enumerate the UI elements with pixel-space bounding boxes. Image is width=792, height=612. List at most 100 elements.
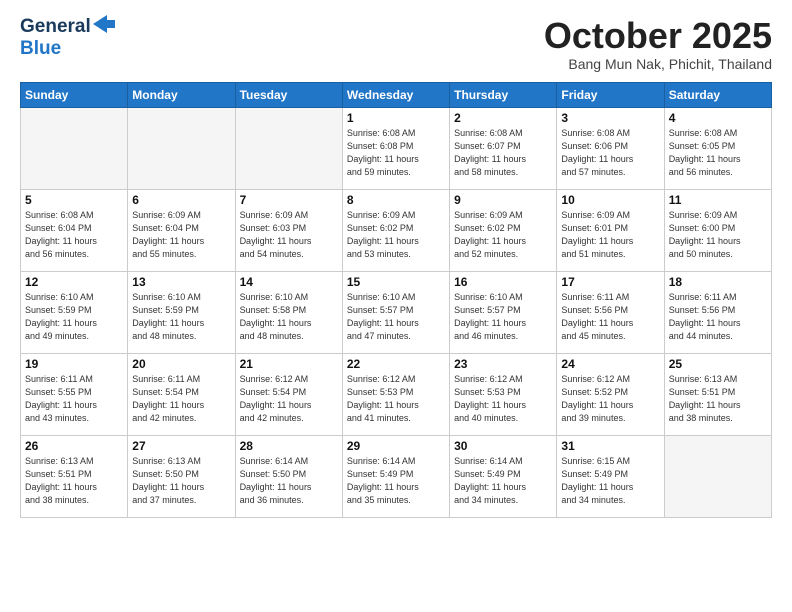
weekday-header-monday: Monday	[128, 82, 235, 107]
day-number: 23	[454, 357, 552, 371]
day-number: 2	[454, 111, 552, 125]
day-info: Sunrise: 6:11 AM Sunset: 5:54 PM Dayligh…	[132, 373, 230, 425]
day-info: Sunrise: 6:11 AM Sunset: 5:56 PM Dayligh…	[561, 291, 659, 343]
day-info: Sunrise: 6:11 AM Sunset: 5:55 PM Dayligh…	[25, 373, 123, 425]
day-info: Sunrise: 6:09 AM Sunset: 6:01 PM Dayligh…	[561, 209, 659, 261]
day-number: 10	[561, 193, 659, 207]
day-number: 24	[561, 357, 659, 371]
day-info: Sunrise: 6:09 AM Sunset: 6:00 PM Dayligh…	[669, 209, 767, 261]
calendar-cell: 30 Sunrise: 6:14 AM Sunset: 5:49 PM Dayli…	[450, 435, 557, 517]
calendar-cell: 31Sunrise: 6:15 AM Sunset: 5:49 PM Dayli…	[557, 435, 664, 517]
day-info: Sunrise: 6:09 AM Sunset: 6:03 PM Dayligh…	[240, 209, 338, 261]
day-info: Sunrise: 6:14 AM Sunset: 5:49 PM Dayligh…	[454, 455, 552, 507]
location: Bang Mun Nak, Phichit, Thailand	[544, 56, 772, 72]
day-info: Sunrise: 6:14 AM Sunset: 5:49 PM Dayligh…	[347, 455, 445, 507]
weekday-header-friday: Friday	[557, 82, 664, 107]
calendar-cell: 2 Sunrise: 6:08 AM Sunset: 6:07 PM Daylig…	[450, 107, 557, 189]
calendar-cell	[128, 107, 235, 189]
day-info: Sunrise: 6:09 AM Sunset: 6:02 PM Dayligh…	[454, 209, 552, 261]
day-number: 1	[347, 111, 445, 125]
calendar-cell: 16 Sunrise: 6:10 AM Sunset: 5:57 PM Dayli…	[450, 271, 557, 353]
day-number: 7	[240, 193, 338, 207]
calendar-cell: 22Sunrise: 6:12 AM Sunset: 5:53 PM Dayli…	[342, 353, 449, 435]
calendar-cell: 12 Sunrise: 6:10 AM Sunset: 5:59 PM Dayli…	[21, 271, 128, 353]
day-number: 5	[25, 193, 123, 207]
day-number: 11	[669, 193, 767, 207]
week-row-2: 12 Sunrise: 6:10 AM Sunset: 5:59 PM Dayli…	[21, 271, 772, 353]
day-number: 29	[347, 439, 445, 453]
day-number: 15	[347, 275, 445, 289]
calendar-cell: 18Sunrise: 6:11 AM Sunset: 5:56 PM Dayli…	[664, 271, 771, 353]
day-info: Sunrise: 6:10 AM Sunset: 5:57 PM Dayligh…	[347, 291, 445, 343]
calendar-cell: 27Sunrise: 6:13 AM Sunset: 5:50 PM Dayli…	[128, 435, 235, 517]
calendar-cell: 17Sunrise: 6:11 AM Sunset: 5:56 PM Dayli…	[557, 271, 664, 353]
calendar-cell: 14Sunrise: 6:10 AM Sunset: 5:58 PM Dayli…	[235, 271, 342, 353]
month-title: October 2025	[544, 16, 772, 56]
calendar-cell: 19 Sunrise: 6:11 AM Sunset: 5:55 PM Dayli…	[21, 353, 128, 435]
week-row-0: 1 Sunrise: 6:08 AM Sunset: 6:08 PM Daylig…	[21, 107, 772, 189]
calendar-cell: 11 Sunrise: 6:09 AM Sunset: 6:00 PM Dayli…	[664, 189, 771, 271]
calendar-cell: 29 Sunrise: 6:14 AM Sunset: 5:49 PM Dayli…	[342, 435, 449, 517]
day-info: Sunrise: 6:10 AM Sunset: 5:59 PM Dayligh…	[25, 291, 123, 343]
day-number: 9	[454, 193, 552, 207]
calendar-cell: 15 Sunrise: 6:10 AM Sunset: 5:57 PM Dayli…	[342, 271, 449, 353]
title-area: October 2025 Bang Mun Nak, Phichit, Thai…	[544, 16, 772, 72]
day-number: 26	[25, 439, 123, 453]
day-number: 21	[240, 357, 338, 371]
calendar-cell: 20 Sunrise: 6:11 AM Sunset: 5:54 PM Dayli…	[128, 353, 235, 435]
day-info: Sunrise: 6:08 AM Sunset: 6:05 PM Dayligh…	[669, 127, 767, 179]
calendar-cell: 8Sunrise: 6:09 AM Sunset: 6:02 PM Daylig…	[342, 189, 449, 271]
day-info: Sunrise: 6:13 AM Sunset: 5:50 PM Dayligh…	[132, 455, 230, 507]
calendar-table: SundayMondayTuesdayWednesdayThursdayFrid…	[20, 82, 772, 518]
day-info: Sunrise: 6:08 AM Sunset: 6:07 PM Dayligh…	[454, 127, 552, 179]
day-info: Sunrise: 6:13 AM Sunset: 5:51 PM Dayligh…	[25, 455, 123, 507]
day-number: 6	[132, 193, 230, 207]
weekday-header-tuesday: Tuesday	[235, 82, 342, 107]
day-number: 25	[669, 357, 767, 371]
day-number: 18	[669, 275, 767, 289]
header: General Blue October 2025 Bang Mun Nak, …	[20, 16, 772, 72]
calendar-cell: 9 Sunrise: 6:09 AM Sunset: 6:02 PM Daylig…	[450, 189, 557, 271]
logo-arrow-icon	[93, 15, 115, 38]
calendar-cell: 28 Sunrise: 6:14 AM Sunset: 5:50 PM Dayli…	[235, 435, 342, 517]
day-info: Sunrise: 6:09 AM Sunset: 6:04 PM Dayligh…	[132, 209, 230, 261]
calendar-cell: 25 Sunrise: 6:13 AM Sunset: 5:51 PM Dayli…	[664, 353, 771, 435]
day-number: 4	[669, 111, 767, 125]
calendar-cell: 10 Sunrise: 6:09 AM Sunset: 6:01 PM Dayli…	[557, 189, 664, 271]
day-number: 12	[25, 275, 123, 289]
weekday-header-sunday: Sunday	[21, 82, 128, 107]
day-info: Sunrise: 6:12 AM Sunset: 5:53 PM Dayligh…	[454, 373, 552, 425]
day-info: Sunrise: 6:13 AM Sunset: 5:51 PM Dayligh…	[669, 373, 767, 425]
weekday-header-saturday: Saturday	[664, 82, 771, 107]
day-number: 19	[25, 357, 123, 371]
day-info: Sunrise: 6:14 AM Sunset: 5:50 PM Dayligh…	[240, 455, 338, 507]
day-info: Sunrise: 6:08 AM Sunset: 6:08 PM Dayligh…	[347, 127, 445, 179]
day-number: 8	[347, 193, 445, 207]
day-number: 28	[240, 439, 338, 453]
day-number: 20	[132, 357, 230, 371]
calendar-cell: 7 Sunrise: 6:09 AM Sunset: 6:03 PM Daylig…	[235, 189, 342, 271]
week-row-1: 5 Sunrise: 6:08 AM Sunset: 6:04 PM Daylig…	[21, 189, 772, 271]
day-number: 30	[454, 439, 552, 453]
calendar-cell: 5 Sunrise: 6:08 AM Sunset: 6:04 PM Daylig…	[21, 189, 128, 271]
calendar-cell	[235, 107, 342, 189]
week-row-3: 19 Sunrise: 6:11 AM Sunset: 5:55 PM Dayli…	[21, 353, 772, 435]
calendar-cell: 1 Sunrise: 6:08 AM Sunset: 6:08 PM Daylig…	[342, 107, 449, 189]
calendar-cell	[664, 435, 771, 517]
day-info: Sunrise: 6:10 AM Sunset: 5:59 PM Dayligh…	[132, 291, 230, 343]
logo: General Blue	[20, 16, 115, 60]
calendar-cell: 24Sunrise: 6:12 AM Sunset: 5:52 PM Dayli…	[557, 353, 664, 435]
calendar-cell: 13 Sunrise: 6:10 AM Sunset: 5:59 PM Dayli…	[128, 271, 235, 353]
day-info: Sunrise: 6:10 AM Sunset: 5:57 PM Dayligh…	[454, 291, 552, 343]
day-number: 16	[454, 275, 552, 289]
day-info: Sunrise: 6:10 AM Sunset: 5:58 PM Dayligh…	[240, 291, 338, 343]
calendar-cell: 4 Sunrise: 6:08 AM Sunset: 6:05 PM Daylig…	[664, 107, 771, 189]
calendar-cell: 6 Sunrise: 6:09 AM Sunset: 6:04 PM Daylig…	[128, 189, 235, 271]
calendar-cell: 23 Sunrise: 6:12 AM Sunset: 5:53 PM Dayli…	[450, 353, 557, 435]
calendar-cell: 3Sunrise: 6:08 AM Sunset: 6:06 PM Daylig…	[557, 107, 664, 189]
day-number: 3	[561, 111, 659, 125]
day-number: 13	[132, 275, 230, 289]
day-info: Sunrise: 6:12 AM Sunset: 5:53 PM Dayligh…	[347, 373, 445, 425]
day-info: Sunrise: 6:08 AM Sunset: 6:04 PM Dayligh…	[25, 209, 123, 261]
day-number: 31	[561, 439, 659, 453]
